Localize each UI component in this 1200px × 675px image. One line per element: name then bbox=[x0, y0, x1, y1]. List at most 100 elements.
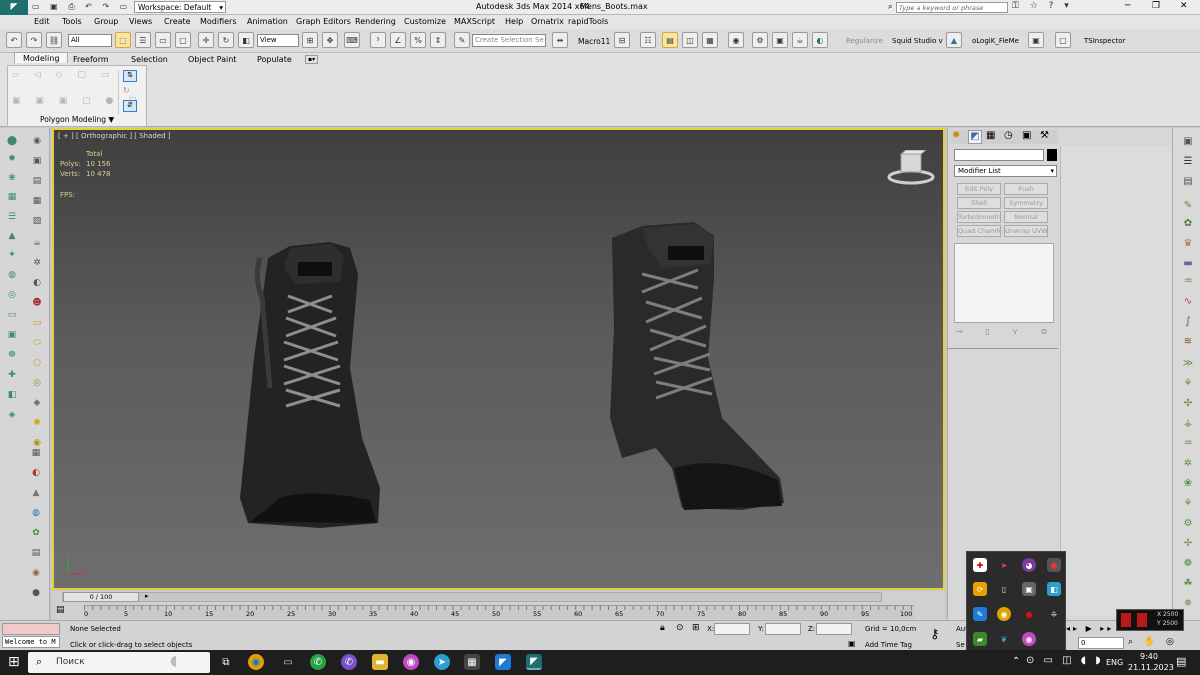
absolute-mode-icon[interactable]: ⊞ bbox=[692, 623, 700, 633]
task-view-icon[interactable]: ⧉ bbox=[218, 654, 234, 670]
calculator-icon[interactable]: ▦ bbox=[464, 654, 480, 670]
align-icon[interactable]: ⊟ bbox=[614, 32, 630, 48]
snap-toggle-icon[interactable]: ³ bbox=[370, 32, 386, 48]
menu-ornatrix[interactable]: Ornatrix bbox=[531, 17, 564, 26]
right-tool-5-icon[interactable]: ✿ bbox=[1180, 216, 1196, 230]
tab-selection[interactable]: Selection bbox=[131, 55, 168, 64]
menu-views[interactable]: Views bbox=[129, 17, 152, 26]
lock-icon[interactable]: 🔒︎ bbox=[660, 623, 665, 633]
regularize-button[interactable]: Regularize bbox=[846, 37, 883, 45]
time-tag-icon[interactable]: ▣ bbox=[848, 639, 856, 648]
tray-purple-icon[interactable]: ◕ bbox=[1022, 558, 1036, 572]
push-button[interactable]: Push bbox=[1004, 183, 1048, 195]
ellipse-icon[interactable]: ⬭ bbox=[29, 336, 45, 350]
cam-icon[interactable]: ◧ bbox=[4, 388, 20, 402]
add-time-tag[interactable]: Add Time Tag bbox=[865, 641, 912, 649]
drop-icon[interactable]: ◆ bbox=[29, 396, 45, 410]
modifier-list-dropdown[interactable]: Modifier List ▾ bbox=[954, 165, 1057, 177]
tab-modeling[interactable]: Modeling bbox=[14, 52, 69, 63]
menu-modifiers[interactable]: Modifiers bbox=[200, 17, 237, 26]
figure-icon[interactable]: ✦ bbox=[4, 248, 20, 262]
curve-editor-icon[interactable]: ◫ bbox=[682, 32, 698, 48]
pivot-icon[interactable]: ⊞ bbox=[302, 32, 318, 48]
tray-grid-icon[interactable]: ⁜ bbox=[1047, 607, 1061, 621]
tsinspector-button[interactable]: TSInspector bbox=[1084, 37, 1125, 45]
sphere-icon[interactable]: ◍ bbox=[4, 268, 20, 282]
notification-icon[interactable]: ▤ bbox=[1176, 655, 1186, 668]
geo-icon[interactable]: ◈ bbox=[4, 408, 20, 422]
shell-button[interactable]: Shell bbox=[957, 197, 1001, 209]
language-indicator[interactable]: ENG bbox=[1106, 658, 1123, 667]
clock-date[interactable]: 21.11.2023 bbox=[1128, 663, 1174, 672]
tray-red-orb-icon[interactable]: ● bbox=[1047, 558, 1061, 572]
render-production-icon[interactable]: ☕ bbox=[792, 32, 808, 48]
sphere2-icon[interactable]: ● bbox=[28, 586, 44, 600]
playback-controls[interactable]: ◂▸ ▶ ▸▸ bbox=[1066, 624, 1114, 633]
tray-chevron-icon[interactable]: ⌃ bbox=[1012, 656, 1020, 667]
layer-manager-icon[interactable]: ☷ bbox=[640, 32, 656, 48]
time-slider-thumb[interactable]: 0 / 100 bbox=[63, 592, 139, 602]
modify-tab-icon[interactable]: ◩ bbox=[968, 130, 982, 144]
right-tool-17-icon[interactable]: ✲ bbox=[1180, 456, 1196, 470]
circle-icon[interactable]: ○ bbox=[29, 356, 45, 370]
right-tool-8-icon[interactable]: ♒ bbox=[1180, 274, 1196, 288]
render-setup-icon[interactable]: ⚙ bbox=[752, 32, 768, 48]
ribbon-side-icon-3[interactable]: ⇵ bbox=[123, 100, 137, 112]
pyramid-icon[interactable]: ▲ bbox=[28, 486, 44, 500]
mirror-icon[interactable]: ⇹ bbox=[552, 32, 568, 48]
right-tool-3-icon[interactable]: ▤ bbox=[1180, 174, 1196, 188]
link-icon[interactable]: ⛓ bbox=[46, 32, 62, 48]
app-pink-icon[interactable]: ◉ bbox=[403, 654, 419, 670]
rotate-icon[interactable]: ↻ bbox=[218, 32, 234, 48]
right-tool-1-icon[interactable]: ▣ bbox=[1180, 134, 1196, 148]
tray-arrow-icon[interactable]: ➤ bbox=[997, 558, 1011, 572]
current-frame-field[interactable]: 0 bbox=[1078, 637, 1124, 649]
right-tool-2-icon[interactable]: ☰ bbox=[1180, 154, 1196, 168]
ribbon-options-icon[interactable]: ▪▾ bbox=[305, 55, 319, 64]
right-tool-24-icon[interactable]: ✵ bbox=[1180, 596, 1196, 610]
explorer-icon[interactable]: ▭ bbox=[280, 654, 296, 670]
time-slider[interactable]: 0 / 100 ▸ bbox=[62, 592, 882, 602]
shape-icon[interactable]: ❀ bbox=[4, 171, 20, 185]
tray-usb-icon[interactable]: ▯ bbox=[997, 582, 1011, 596]
command-panel-scrollbar[interactable] bbox=[1060, 146, 1172, 616]
polygon-modeling-label[interactable]: Polygon Modeling ▼ bbox=[40, 115, 114, 124]
workspace-dropdown[interactable]: Workspace: Default ▾ bbox=[134, 1, 226, 13]
utilities-tab-icon[interactable]: ⚒ bbox=[1040, 130, 1049, 141]
pill-icon[interactable]: ◐ bbox=[28, 466, 44, 480]
tray-cube-icon[interactable]: ◧ bbox=[1047, 582, 1061, 596]
rendered-frame-icon[interactable]: ▣ bbox=[772, 32, 788, 48]
ring-icon[interactable]: ◎ bbox=[29, 376, 45, 390]
torus-icon[interactable]: ◎ bbox=[4, 288, 20, 302]
menu-animation[interactable]: Animation bbox=[247, 17, 288, 26]
boot-model-right[interactable] bbox=[602, 218, 787, 518]
isolate-icon[interactable]: ⊙ bbox=[676, 623, 684, 633]
right-tool-9-icon[interactable]: ∿ bbox=[1180, 294, 1196, 308]
maxscript-mini-listener[interactable] bbox=[2, 623, 60, 635]
telegram-icon[interactable]: ➤ bbox=[434, 654, 450, 670]
undo-icon[interactable]: ↶ bbox=[6, 32, 22, 48]
unwrap-uvw-button[interactable]: Unwrap UVW bbox=[1004, 225, 1048, 237]
app-blue-icon[interactable]: ◤ bbox=[495, 654, 511, 670]
right-tool-21-icon[interactable]: ✢ bbox=[1180, 536, 1196, 550]
bone-icon[interactable]: ✚ bbox=[4, 368, 20, 382]
whatsapp-icon[interactable]: ✆ bbox=[310, 654, 326, 670]
menu-maxscript[interactable]: MAXScript bbox=[454, 17, 495, 26]
right-tool-22-icon[interactable]: ❁ bbox=[1180, 556, 1196, 570]
cone-icon[interactable]: ▲ bbox=[4, 229, 20, 243]
viewport-label[interactable]: [ + ] [ Orthographic ] [ Shaded ] bbox=[58, 132, 171, 140]
ribbon-side-icon-2[interactable]: ↻ bbox=[123, 86, 130, 95]
normal-button[interactable]: Normal bbox=[1004, 211, 1048, 223]
tray-screen-icon[interactable]: ▣ bbox=[1022, 582, 1036, 596]
symmetry-button[interactable]: Symmetry bbox=[1004, 197, 1048, 209]
graphite-toggle-icon[interactable]: ▤ bbox=[662, 32, 678, 48]
plugin-triangle-icon[interactable]: ▲ bbox=[946, 32, 962, 48]
app-logo-icon[interactable]: ◤ bbox=[0, 0, 28, 15]
menu-graph-editors[interactable]: Graph Editors bbox=[296, 17, 351, 26]
window-crossing-icon[interactable]: ▢ bbox=[175, 32, 191, 48]
move-icon[interactable]: ✛ bbox=[198, 32, 214, 48]
menu-edit[interactable]: Edit bbox=[34, 17, 50, 26]
table2-icon[interactable]: ▦ bbox=[29, 194, 45, 208]
z-coord-field[interactable] bbox=[816, 623, 852, 635]
manipulate-icon[interactable]: ✥ bbox=[322, 32, 338, 48]
